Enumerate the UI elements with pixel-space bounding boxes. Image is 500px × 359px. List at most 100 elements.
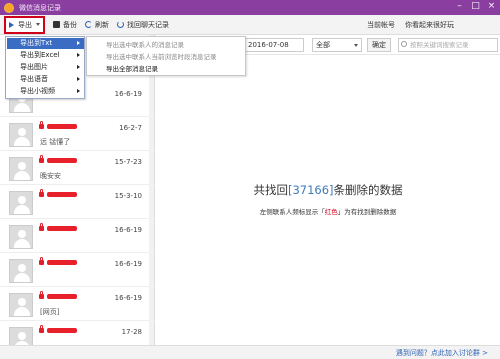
- search-placeholder: 按照关键词搜索记录: [410, 41, 469, 49]
- submenu-export-selected-period[interactable]: 导出选中联系人当前浏览时段消息记录: [87, 51, 245, 63]
- refresh-icon: [85, 21, 92, 28]
- lock-icon: [39, 223, 44, 231]
- chevron-right-icon: [77, 77, 80, 81]
- date-field[interactable]: 2016-07-08: [244, 38, 304, 52]
- chevron-right-icon: [77, 65, 80, 69]
- avatar: [9, 293, 33, 317]
- export-menu: 导出到Txt 导出到Excel 导出图片 导出语音 导出小视频: [5, 36, 85, 99]
- contact-preview: 晚安安: [40, 172, 61, 180]
- toolbar: 导出 备份 刷新 找回聊天记录 当前帐号 你看起来很好玩: [0, 15, 500, 35]
- menu-item-export-txt[interactable]: 导出到Txt: [7, 38, 84, 49]
- contact-date: 15-3-10: [114, 192, 142, 200]
- maximize-icon[interactable]: □: [471, 2, 480, 11]
- chevron-down-icon: [354, 44, 358, 47]
- current-account-label: 当前帐号: [367, 21, 395, 29]
- search-input[interactable]: 按照关键词搜索记录: [398, 38, 498, 52]
- submenu-export-selected[interactable]: 导出选中联系人的消息记录: [87, 39, 245, 51]
- find-chat-records-button[interactable]: 找回聊天记录: [117, 18, 169, 32]
- backup-icon: [53, 21, 60, 28]
- contact-row[interactable]: 15-7-23 晚安安: [0, 153, 155, 185]
- redacted-name: [47, 294, 77, 299]
- chevron-down-icon: [36, 23, 40, 26]
- app-logo-icon: [4, 2, 14, 13]
- window-controls: – □ ×: [455, 2, 496, 11]
- scope-value: 全部: [316, 41, 330, 49]
- search-icon: [401, 41, 407, 47]
- deleted-count: [37166]: [287, 183, 334, 197]
- title-bar: 微信消息记录 – □ ×: [0, 0, 500, 15]
- avatar: [9, 123, 33, 147]
- minimize-icon[interactable]: –: [455, 2, 464, 11]
- export-button[interactable]: 导出: [4, 15, 45, 34]
- chevron-right-icon: [77, 89, 80, 93]
- menu-item-export-voice[interactable]: 导出语音: [7, 74, 84, 85]
- redacted-name: [47, 192, 77, 197]
- refresh-button[interactable]: 刷新: [85, 18, 109, 32]
- contact-row[interactable]: 16-6-19: [0, 255, 155, 287]
- result-suffix: 条删除的数据: [333, 183, 403, 197]
- menu-item-label: 导出语音: [20, 75, 48, 83]
- redacted-name: [47, 124, 77, 129]
- avatar: [9, 225, 33, 249]
- lock-icon: [39, 325, 44, 333]
- contact-date: 16-6-19: [114, 294, 142, 302]
- contact-date: 16-6-19: [114, 226, 142, 234]
- lock-icon: [39, 291, 44, 299]
- menu-item-export-excel[interactable]: 导出到Excel: [7, 50, 84, 61]
- confirm-button[interactable]: 确定: [367, 38, 391, 52]
- lock-icon: [39, 155, 44, 163]
- lock-icon: [39, 189, 44, 197]
- recovered-count-message: 共找回[37166]条删除的数据: [156, 182, 500, 198]
- avatar: [9, 259, 33, 283]
- contact-date: 16-6-19: [114, 90, 142, 98]
- menu-item-label: 导出到Excel: [20, 51, 60, 59]
- contact-row[interactable]: 16-6-19: [0, 221, 155, 253]
- avatar: [9, 157, 33, 181]
- export-label: 导出: [18, 20, 32, 29]
- redacted-name: [47, 226, 77, 231]
- contact-row[interactable]: 17-28: [0, 323, 155, 351]
- contact-list-scrollbar[interactable]: [149, 35, 154, 345]
- backup-button[interactable]: 备份: [53, 18, 77, 32]
- redacted-name: [47, 158, 77, 163]
- menu-item-label: 导出到Txt: [20, 39, 53, 47]
- scope-select[interactable]: 全部: [312, 38, 362, 52]
- export-submenu: 导出选中联系人的消息记录 导出选中联系人当前浏览时段消息记录 导出全部消息记录: [86, 36, 246, 76]
- contact-row[interactable]: 16-2-7 远 锰懂了: [0, 119, 155, 151]
- window-title: 微信消息记录: [19, 3, 61, 12]
- result-prefix: 共找回: [253, 183, 288, 197]
- contact-date: 15-7-23: [114, 158, 142, 166]
- recover-icon: [117, 21, 124, 28]
- menu-item-export-images[interactable]: 导出图片: [7, 62, 84, 73]
- account-name[interactable]: 你看起来很好玩: [405, 15, 454, 35]
- contact-preview: 远 锰懂了: [40, 138, 71, 146]
- redacted-name: [47, 328, 77, 333]
- backup-label: 备份: [63, 20, 77, 29]
- lock-icon: [39, 257, 44, 265]
- contact-row[interactable]: 16-6-19 [网页]: [0, 289, 155, 321]
- contact-date: 17-28: [121, 328, 142, 336]
- lock-icon: [39, 121, 44, 129]
- status-bar: 遇到问题？点此加入讨论群 >: [0, 345, 500, 359]
- export-icon: [9, 21, 14, 28]
- hint-prefix: 左侧联系人频标显示「: [259, 208, 325, 216]
- submenu-export-all[interactable]: 导出全部消息记录: [87, 63, 245, 75]
- chevron-right-icon: [77, 41, 80, 45]
- hint-red-word: 红色: [324, 208, 338, 216]
- menu-item-label: 导出小视频: [20, 87, 55, 95]
- hint-suffix: 」为有找到删除数据: [337, 208, 397, 216]
- contact-preview: [网页]: [40, 308, 60, 316]
- contact-date: 16-6-19: [114, 260, 142, 268]
- help-link[interactable]: 遇到问题？点此加入讨论群 >: [396, 348, 488, 358]
- menu-item-label: 导出图片: [20, 63, 48, 71]
- contact-row[interactable]: 15-3-10: [0, 187, 155, 219]
- hint-message: 左侧联系人频标显示「红色」为有找到删除数据: [156, 206, 500, 216]
- avatar: [9, 191, 33, 215]
- close-icon[interactable]: ×: [487, 2, 496, 11]
- find-chat-records-label: 找回聊天记录: [127, 20, 169, 29]
- menu-item-export-videos[interactable]: 导出小视频: [7, 86, 84, 97]
- chevron-right-icon: [77, 53, 80, 57]
- redacted-name: [47, 260, 77, 265]
- main-content: 共找回[37166]条删除的数据 左侧联系人频标显示「红色」为有找到删除数据: [156, 56, 500, 345]
- contact-date: 16-2-7: [119, 124, 142, 132]
